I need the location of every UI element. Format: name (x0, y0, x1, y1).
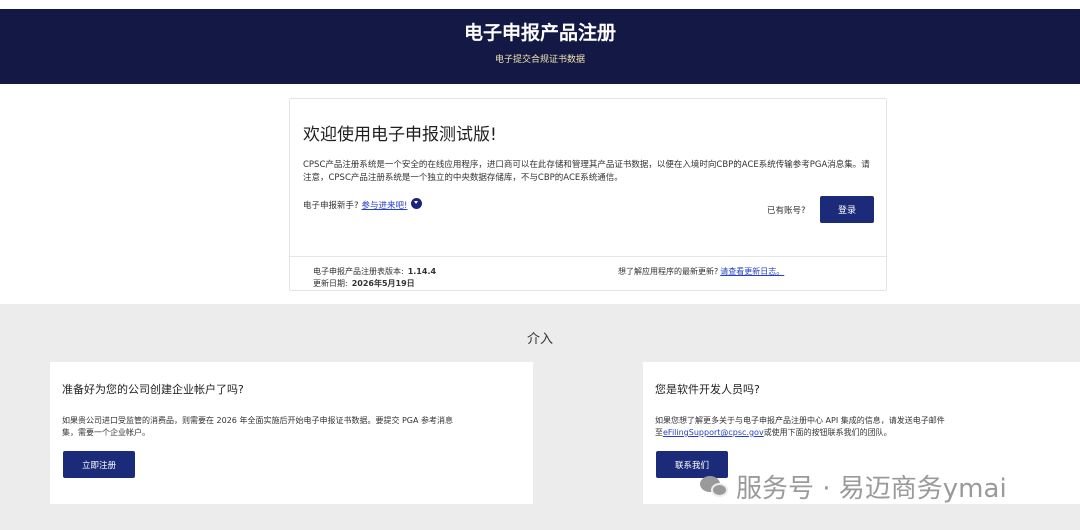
changelog-info: 想了解应用程序的最新更新? 请查看更新日志。 (618, 266, 784, 277)
watermark: 服务号 · 易迈商务ymai (700, 468, 1007, 504)
changelog-text: 想了解应用程序的最新更新? (618, 267, 719, 276)
version-info: 电子申报产品注册表版本: 1.14.4 (313, 266, 436, 277)
date-value: 2026年5月19日 (351, 279, 415, 288)
join-link[interactable]: 参与进来吧! (362, 199, 408, 211)
wechat-icon (700, 474, 730, 498)
panel-title: 准备好为您的公司创建企业帐户了吗? (62, 383, 244, 396)
desc-suffix: 或使用下面的按钮联系我们的团队。 (763, 428, 892, 437)
divider (290, 256, 886, 257)
register-button[interactable]: 立即注册 (63, 451, 135, 478)
changelog-link[interactable]: 请查看更新日志。 (720, 267, 784, 276)
chevron-down-circle-icon[interactable] (411, 197, 423, 209)
page-subtitle: 电子提交合规证书数据 (494, 55, 585, 65)
support-email-link[interactable]: eFilingSupport@cpsc.gov (663, 428, 764, 437)
newcomer-text: 电子申报新手? (303, 201, 359, 211)
business-account-panel: 准备好为您的公司创建企业帐户了吗? 如果贵公司进口受监管的消费品，则需要在 20… (50, 362, 533, 504)
newcomer-prompt: 电子申报新手? 参与进来吧! (303, 197, 423, 211)
version-value: 1.14.4 (407, 267, 437, 276)
header-banner: 电子申报产品注册 电子提交合规证书数据 (0, 9, 1080, 84)
top-strip (0, 0, 1080, 9)
panel-description: 如果贵公司进口受监管的消费品，则需要在 2026 年全面实施后开始电子申报证书数… (62, 415, 453, 439)
panel-title: 您是软件开发人员吗? (655, 383, 760, 396)
page-title: 电子申报产品注册 (463, 22, 616, 44)
date-label: 更新日期: (313, 279, 348, 288)
section-title: 介入 (526, 332, 553, 347)
version-label: 电子申报产品注册表版本: (313, 267, 404, 276)
panel-description: 如果您想了解更多关于与电子申报产品注册中心 API 集成的信息，请发送电子邮件 … (655, 415, 945, 439)
panel-desc-line: 至eFilingSupport@cpsc.gov或使用下面的按钮联系我们的团队。 (655, 427, 945, 439)
welcome-card: 欢迎使用电子申报测试版! CPSC产品注册系统是一个安全的在线应用程序，进口商可… (289, 98, 887, 291)
panel-desc-line: 如果您想了解更多关于与电子申报产品注册中心 API 集成的信息，请发送电子邮件 (655, 416, 945, 425)
have-account-text: 已有账号? (767, 206, 806, 216)
update-date-info: 更新日期: 2026年5月19日 (313, 278, 415, 289)
welcome-title: 欢迎使用电子申报测试版! (303, 125, 497, 145)
panel-desc-line: 如果贵公司进口受监管的消费品，则需要在 2026 年全面实施后开始电子申报证书数… (62, 416, 454, 425)
welcome-description: CPSC产品注册系统是一个安全的在线应用程序，进口商可以在此存储和管理其产品证书… (303, 160, 870, 183)
desc-prefix: 至 (655, 428, 663, 437)
login-button[interactable]: 登录 (820, 196, 874, 223)
panel-desc-line: 集，需要一个企业帐户。 (62, 428, 150, 437)
watermark-text: 服务号 · 易迈商务ymai (736, 473, 1007, 504)
